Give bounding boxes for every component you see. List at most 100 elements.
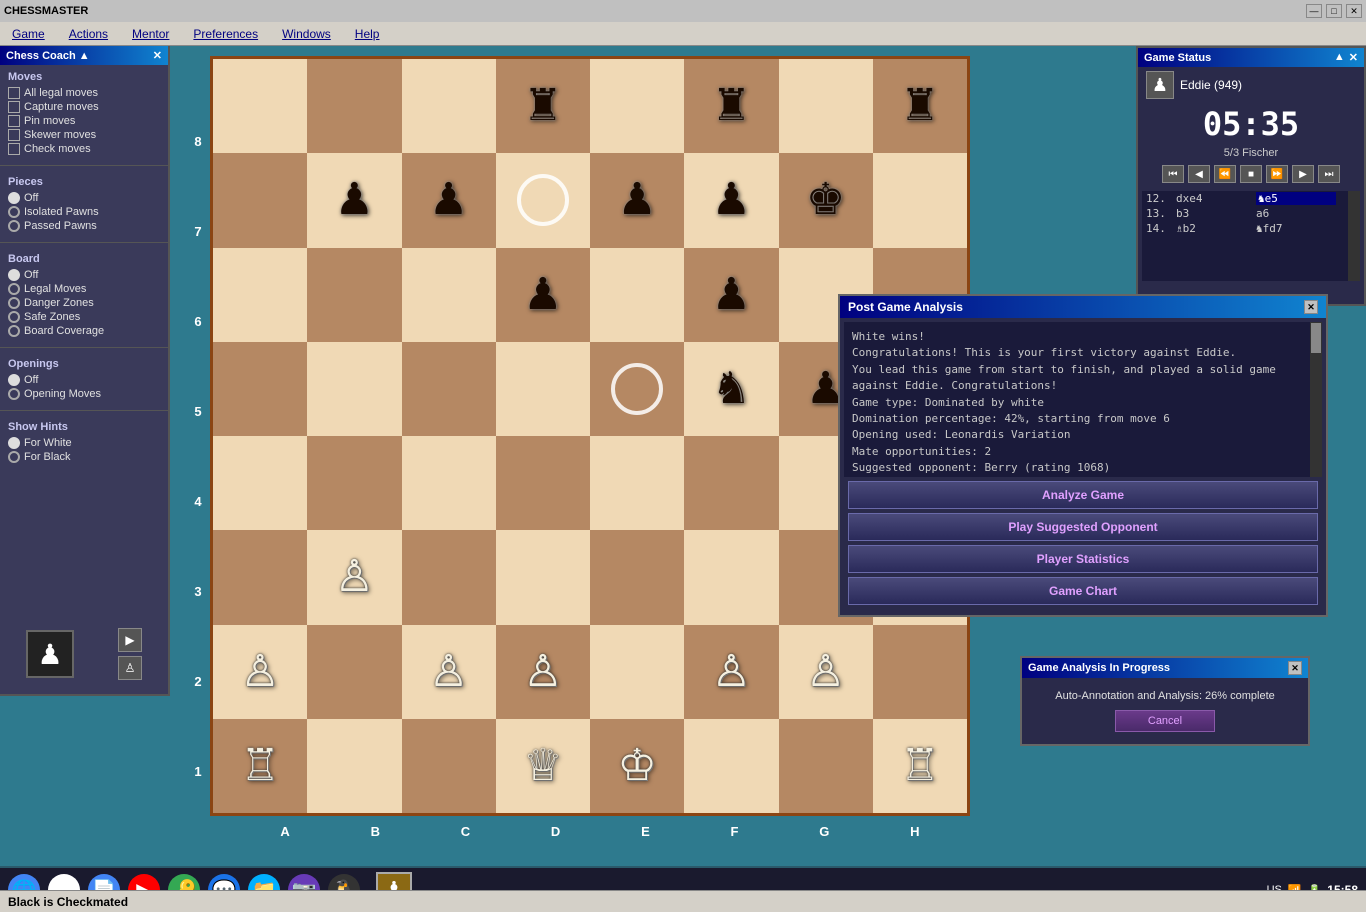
- square-b5[interactable]: [307, 342, 401, 436]
- play-button-small[interactable]: ▶: [118, 628, 142, 652]
- close-btn[interactable]: ✕: [1346, 4, 1362, 18]
- square-e4[interactable]: [590, 436, 684, 530]
- menu-help[interactable]: Help: [351, 25, 384, 43]
- square-b3[interactable]: ♙: [307, 530, 401, 624]
- game-chart-button[interactable]: Game Chart: [848, 577, 1318, 605]
- square-a3[interactable]: [213, 530, 307, 624]
- square-b4[interactable]: [307, 436, 401, 530]
- square-e1[interactable]: ♔: [590, 719, 684, 813]
- analysis-scrollbar[interactable]: [1310, 322, 1322, 477]
- square-g1[interactable]: [779, 719, 873, 813]
- square-g8[interactable]: [779, 59, 873, 153]
- maximize-btn[interactable]: □: [1326, 4, 1342, 18]
- play-suggested-opponent-button[interactable]: Play Suggested Opponent: [848, 513, 1318, 541]
- opening-moves-radio[interactable]: [8, 388, 20, 400]
- square-c7[interactable]: ♟: [402, 153, 496, 247]
- legal-moves-radio[interactable]: [8, 283, 20, 295]
- square-f1[interactable]: [684, 719, 778, 813]
- openings-off-radio[interactable]: [8, 374, 20, 386]
- square-h1[interactable]: ♖: [873, 719, 967, 813]
- ctrl-skip-end[interactable]: ⏭: [1318, 165, 1340, 183]
- pin-moves-checkbox[interactable]: [8, 115, 20, 127]
- analyze-game-button[interactable]: Analyze Game: [848, 481, 1318, 509]
- ctrl-stop[interactable]: ■: [1240, 165, 1262, 183]
- capture-moves-item[interactable]: Capture moves: [8, 101, 160, 113]
- all-legal-moves-item[interactable]: All legal moves: [8, 87, 160, 99]
- square-h2[interactable]: [873, 625, 967, 719]
- square-d1[interactable]: ♕: [496, 719, 590, 813]
- square-b6[interactable]: [307, 248, 401, 342]
- safe-zones-radio[interactable]: [8, 311, 20, 323]
- menu-mentor[interactable]: Mentor: [128, 25, 173, 43]
- square-c2[interactable]: ♙: [402, 625, 496, 719]
- square-d6[interactable]: ♟: [496, 248, 590, 342]
- square-d5[interactable]: [496, 342, 590, 436]
- square-d2[interactable]: ♙: [496, 625, 590, 719]
- analysis-progress-close[interactable]: ✕: [1288, 661, 1302, 675]
- square-e7[interactable]: ♟: [590, 153, 684, 247]
- square-e8[interactable]: [590, 59, 684, 153]
- square-c4[interactable]: [402, 436, 496, 530]
- game-status-close[interactable]: ✕: [1349, 51, 1358, 64]
- skewer-moves-item[interactable]: Skewer moves: [8, 129, 160, 141]
- square-b1[interactable]: [307, 719, 401, 813]
- square-b2[interactable]: [307, 625, 401, 719]
- post-game-close[interactable]: ✕: [1304, 300, 1318, 314]
- ctrl-skip-start[interactable]: ⏮: [1162, 165, 1184, 183]
- square-f8[interactable]: ♜: [684, 59, 778, 153]
- for-white-item[interactable]: For White: [8, 437, 160, 449]
- passed-pawns-radio[interactable]: [8, 220, 20, 232]
- square-d7[interactable]: [496, 153, 590, 247]
- square-c1[interactable]: [402, 719, 496, 813]
- skewer-moves-checkbox[interactable]: [8, 129, 20, 141]
- check-moves-checkbox[interactable]: [8, 143, 20, 155]
- menu-game[interactable]: Game: [8, 25, 49, 43]
- ctrl-prev[interactable]: ◀: [1188, 165, 1210, 183]
- square-e5[interactable]: [590, 342, 684, 436]
- ctrl-next[interactable]: ▶: [1292, 165, 1314, 183]
- pin-moves-item[interactable]: Pin moves: [8, 115, 160, 127]
- check-moves-item[interactable]: Check moves: [8, 143, 160, 155]
- square-c8[interactable]: [402, 59, 496, 153]
- ctrl-prev-step[interactable]: ⏪: [1214, 165, 1236, 183]
- square-d8[interactable]: ♜: [496, 59, 590, 153]
- cancel-button[interactable]: Cancel: [1115, 710, 1215, 732]
- for-black-item[interactable]: For Black: [8, 451, 160, 463]
- isolated-pawns-radio[interactable]: [8, 206, 20, 218]
- square-f7[interactable]: ♟: [684, 153, 778, 247]
- pawn-button-small[interactable]: ♙: [118, 656, 142, 680]
- board-off-item[interactable]: Off: [8, 269, 160, 281]
- safe-zones-item[interactable]: Safe Zones: [8, 311, 160, 323]
- for-black-radio[interactable]: [8, 451, 20, 463]
- square-g7[interactable]: ♚: [779, 153, 873, 247]
- square-c5[interactable]: [402, 342, 496, 436]
- square-f2[interactable]: ♙: [684, 625, 778, 719]
- pieces-off-radio[interactable]: [8, 192, 20, 204]
- game-status-minimize[interactable]: ▲: [1334, 51, 1345, 64]
- opening-moves-item[interactable]: Opening Moves: [8, 388, 160, 400]
- square-c6[interactable]: [402, 248, 496, 342]
- square-d3[interactable]: [496, 530, 590, 624]
- square-h8[interactable]: ♜: [873, 59, 967, 153]
- capture-moves-checkbox[interactable]: [8, 101, 20, 113]
- minimize-btn[interactable]: —: [1306, 4, 1322, 18]
- square-f4[interactable]: [684, 436, 778, 530]
- passed-pawns-item[interactable]: Passed Pawns: [8, 220, 160, 232]
- square-e2[interactable]: [590, 625, 684, 719]
- board-coverage-item[interactable]: Board Coverage: [8, 325, 160, 337]
- for-white-radio[interactable]: [8, 437, 20, 449]
- player-statistics-button[interactable]: Player Statistics: [848, 545, 1318, 573]
- square-d4[interactable]: [496, 436, 590, 530]
- square-g2[interactable]: ♙: [779, 625, 873, 719]
- square-a6[interactable]: [213, 248, 307, 342]
- board-off-radio[interactable]: [8, 269, 20, 281]
- square-a4[interactable]: [213, 436, 307, 530]
- pieces-off-item[interactable]: Off: [8, 192, 160, 204]
- chess-coach-close[interactable]: ✕: [153, 49, 162, 62]
- square-e3[interactable]: [590, 530, 684, 624]
- ctrl-next-step[interactable]: ⏩: [1266, 165, 1288, 183]
- board-coverage-radio[interactable]: [8, 325, 20, 337]
- menu-windows[interactable]: Windows: [278, 25, 335, 43]
- square-a2[interactable]: ♙: [213, 625, 307, 719]
- all-legal-moves-checkbox[interactable]: [8, 87, 20, 99]
